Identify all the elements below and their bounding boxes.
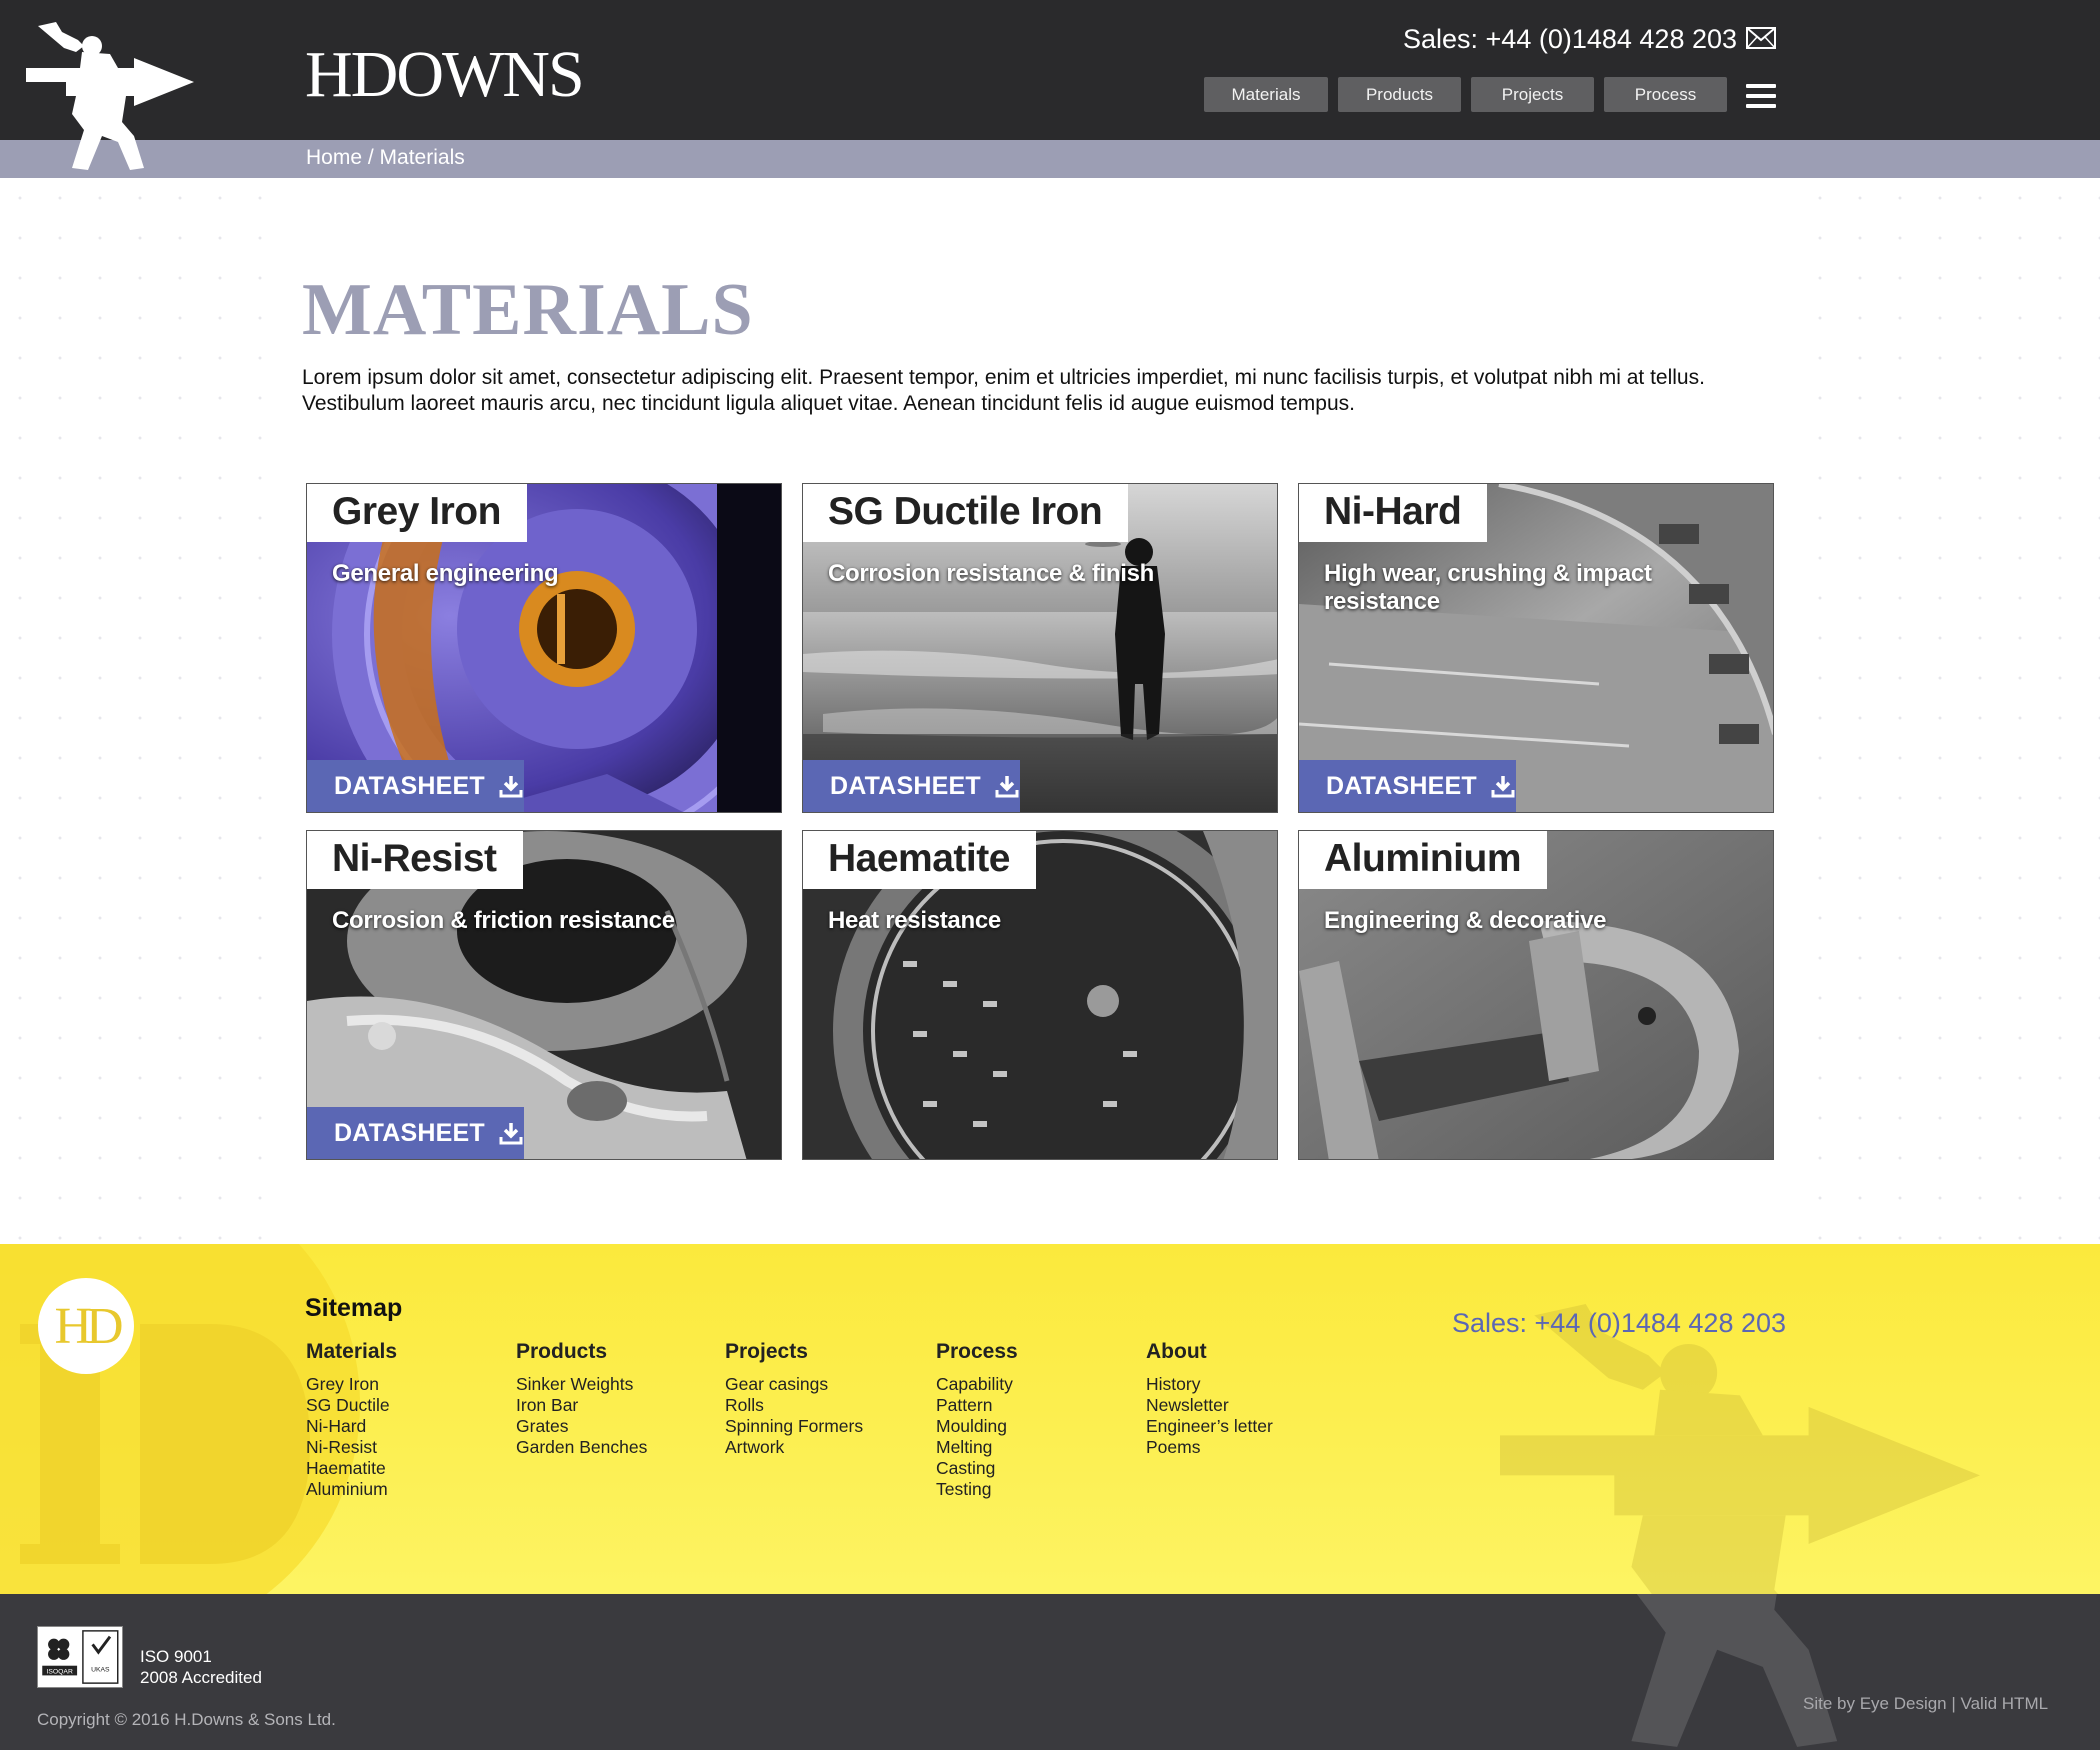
figure-watermark-icon	[1631, 1594, 1838, 1747]
breadcrumb-current: Materials	[379, 146, 465, 169]
mail-icon[interactable]	[1746, 27, 1776, 49]
datasheet-button[interactable]: DATASHEET	[803, 760, 1020, 812]
sitemap-link[interactable]: Grey Iron	[306, 1374, 397, 1395]
datasheet-label: DATASHEET	[334, 771, 485, 800]
sitemap-link[interactable]: Ni-Resist	[306, 1437, 397, 1458]
sitemap-column-about: About History Newsletter Engineer’s lett…	[1146, 1340, 1273, 1458]
material-card-grey-iron[interactable]: Grey Iron General engineering DATASHEET	[306, 483, 782, 813]
breadcrumb-home[interactable]: Home	[306, 146, 362, 169]
datasheet-label: DATASHEET	[334, 1118, 485, 1147]
iso-accreditation-logo[interactable]: ISOQAR UKAS	[37, 1626, 123, 1688]
nav-projects[interactable]: Projects	[1471, 77, 1594, 112]
material-card-aluminium[interactable]: Aluminium Engineering & decorative	[1298, 830, 1774, 1160]
download-icon	[995, 776, 1019, 798]
nav-process[interactable]: Process	[1604, 77, 1727, 112]
iso-accreditation-text: ISO 9001 2008 Accredited	[140, 1646, 262, 1688]
card-title: Haematite	[803, 831, 1036, 889]
breadcrumb: Home / Materials	[306, 146, 465, 170]
datasheet-label: DATASHEET	[830, 771, 981, 800]
card-title: Grey Iron	[307, 484, 527, 542]
page-title: MATERIALS	[302, 269, 754, 351]
card-subtitle: Heat resistance	[828, 907, 1001, 934]
material-card-sg-ductile-iron[interactable]: SG Ductile Iron Corrosion resistance & f…	[802, 483, 1278, 813]
copyright-text: Copyright © 2016 H.Downs & Sons Ltd.	[37, 1710, 336, 1729]
material-card-ni-hard[interactable]: Ni-Hard High wear, crushing & impact res…	[1298, 483, 1774, 813]
sitemap-link[interactable]: SG Ductile	[306, 1395, 397, 1416]
card-subtitle: Engineering & decorative	[1324, 907, 1607, 934]
card-subtitle: High wear, crushing & impact resistance	[1324, 560, 1652, 615]
card-title: Ni-Hard	[1299, 484, 1488, 542]
sitemap-heading[interactable]: Process	[936, 1340, 1018, 1364]
footer-sales-phone[interactable]: Sales: +44 (0)1484 428 203	[1452, 1308, 1786, 1339]
logo-figure-icon[interactable]	[26, 18, 201, 180]
site-footer: HD Sitemap Materials Grey Iron SG Ductil…	[0, 1244, 2100, 1594]
sitemap-link[interactable]: Melting	[936, 1437, 1018, 1458]
site-by-link[interactable]: Site by Eye Design	[1803, 1694, 1947, 1713]
sitemap-link[interactable]: Moulding	[936, 1416, 1018, 1437]
card-subtitle: General engineering	[332, 560, 559, 587]
card-title: SG Ductile Iron	[803, 484, 1129, 542]
sitemap-link[interactable]: Rolls	[725, 1395, 863, 1416]
datasheet-button[interactable]: DATASHEET	[307, 1107, 524, 1159]
sitemap-link[interactable]: Spinning Formers	[725, 1416, 863, 1437]
material-card-haematite[interactable]: Haematite Heat resistance	[802, 830, 1278, 1160]
datasheet-label: DATASHEET	[1326, 771, 1477, 800]
sitemap-heading[interactable]: About	[1146, 1340, 1273, 1364]
iso-line-1: ISO 9001	[140, 1647, 212, 1666]
sitemap-heading[interactable]: Products	[516, 1340, 647, 1364]
sitemap-link[interactable]: History	[1146, 1374, 1273, 1395]
sitemap-column-materials: Materials Grey Iron SG Ductile Ni-Hard N…	[306, 1340, 397, 1500]
download-icon	[499, 776, 523, 798]
iso-logo-text-left: ISOQAR	[47, 1668, 73, 1675]
nav-materials[interactable]: Materials	[1204, 77, 1328, 112]
sitemap-link[interactable]: Testing	[936, 1479, 1018, 1500]
hamburger-menu-icon[interactable]	[1746, 84, 1776, 108]
sitemap-link[interactable]: Newsletter	[1146, 1395, 1273, 1416]
sitemap-link[interactable]: Capability	[936, 1374, 1018, 1395]
sitemap-title: Sitemap	[305, 1294, 403, 1322]
sitemap-link[interactable]: Ni-Hard	[306, 1416, 397, 1437]
sitemap-link[interactable]: Iron Bar	[516, 1395, 647, 1416]
card-subtitle: Corrosion & friction resistance	[332, 907, 675, 934]
nav-products[interactable]: Products	[1338, 77, 1461, 112]
sitemap-link[interactable]: Artwork	[725, 1437, 863, 1458]
sitemap-link[interactable]: Aluminium	[306, 1479, 397, 1500]
iso-logo-text-right: UKAS	[91, 1667, 110, 1674]
credits-divider: |	[1946, 1694, 1961, 1713]
card-subtitle: Corrosion resistance & finish	[828, 560, 1155, 587]
sitemap-link[interactable]: Grates	[516, 1416, 647, 1437]
download-icon	[499, 1123, 523, 1145]
sitemap-column-projects: Projects Gear casings Rolls Spinning For…	[725, 1340, 863, 1458]
card-title: Ni-Resist	[307, 831, 523, 889]
material-card-ni-resist[interactable]: Ni-Resist Corrosion & friction resistanc…	[306, 830, 782, 1160]
intro-text: Lorem ipsum dolor sit amet, consectetur …	[302, 366, 1705, 415]
bottom-bar: ISOQAR UKAS ISO 9001 2008 Accredited Cop…	[0, 1594, 2100, 1750]
sitemap-heading[interactable]: Projects	[725, 1340, 863, 1364]
sitemap-link[interactable]: Casting	[936, 1458, 1018, 1479]
sitemap-heading[interactable]: Materials	[306, 1340, 397, 1364]
sitemap-link[interactable]: Haematite	[306, 1458, 397, 1479]
sitemap-link[interactable]: Sinker Weights	[516, 1374, 647, 1395]
sitemap-link[interactable]: Engineer’s letter	[1146, 1416, 1273, 1437]
hd-logo-badge[interactable]: HD	[38, 1278, 134, 1374]
sitemap-link[interactable]: Gear casings	[725, 1374, 863, 1395]
breadcrumb-separator: /	[362, 146, 380, 169]
main-nav: Materials Products Projects Process	[1204, 77, 1727, 112]
sitemap-link[interactable]: Garden Benches	[516, 1437, 647, 1458]
iso-line-2: 2008 Accredited	[140, 1668, 262, 1687]
brand-logo[interactable]: HDOWNS	[305, 42, 585, 108]
datasheet-button[interactable]: DATASHEET	[1299, 760, 1516, 812]
sitemap-column-products: Products Sinker Weights Iron Bar Grates …	[516, 1340, 647, 1458]
sitemap-link[interactable]: Pattern	[936, 1395, 1018, 1416]
valid-html-link[interactable]: Valid HTML	[1961, 1694, 2049, 1713]
download-icon	[1491, 776, 1515, 798]
credits: Site by Eye Design | Valid HTML	[1803, 1694, 2048, 1714]
datasheet-button[interactable]: DATASHEET	[307, 760, 524, 812]
card-title: Aluminium	[1299, 831, 1547, 889]
sales-phone[interactable]: Sales: +44 (0)1484 428 203	[1403, 22, 1737, 56]
sitemap-link[interactable]: Poems	[1146, 1437, 1273, 1458]
sitemap-column-process: Process Capability Pattern Moulding Melt…	[936, 1340, 1018, 1500]
